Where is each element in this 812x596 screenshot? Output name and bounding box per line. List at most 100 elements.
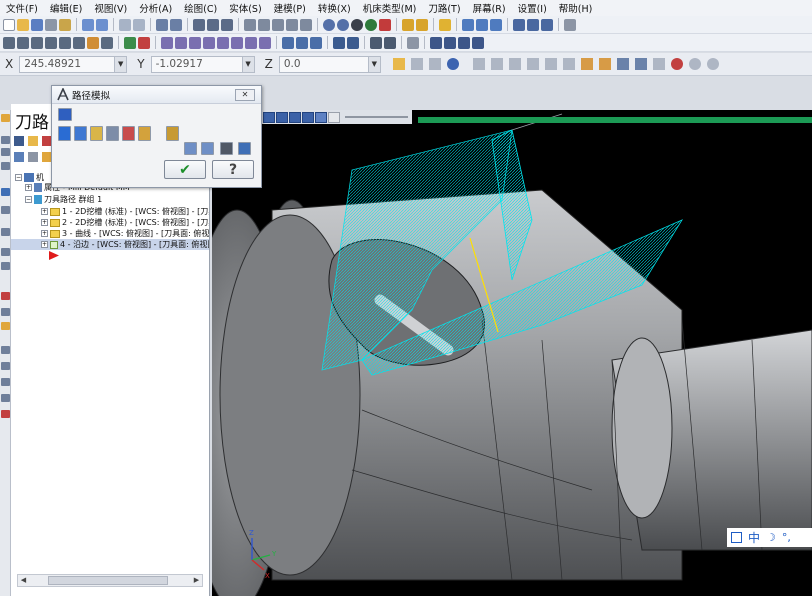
post-select-icon[interactable] [1,394,10,402]
verify-icon[interactable] [184,142,197,155]
cut-icon[interactable] [1,308,10,316]
z-coordinate-field[interactable]: 0.0 [278,55,369,73]
split-icon[interactable] [444,36,456,49]
save-icon[interactable] [31,18,43,31]
select-mask-icon[interactable] [508,58,521,70]
dialog-titlebar[interactable]: 路径模拟 ✕ [52,86,261,104]
tree-row-op-4[interactable]: + 4 - 沿边 - [WCS: 俯视图] - [刀具面: 俯视图 [11,239,209,250]
clipboard-icon[interactable] [59,18,71,31]
group-icon[interactable] [541,18,553,31]
backplot-icon[interactable] [1,362,10,370]
highlight-icon[interactable] [439,18,451,31]
filter-icon[interactable] [652,58,665,70]
menu-machine-type[interactable]: 机床类型(M) [363,1,417,15]
play-icon[interactable] [289,111,301,123]
select-icon[interactable] [472,58,485,70]
chevron-down-icon[interactable]: ▼ [242,55,255,73]
attribute-icon[interactable] [527,18,539,31]
body-select-icon[interactable] [616,58,629,70]
break-icon[interactable] [472,36,484,49]
regen-icon[interactable] [1,346,10,354]
menu-edit[interactable]: 编辑(E) [50,1,82,15]
level-icon[interactable] [513,18,525,31]
grid-icon[interactable] [564,18,576,31]
spline-icon[interactable] [73,36,85,49]
info-icon[interactable] [166,126,179,141]
depth-icon[interactable] [347,36,359,49]
level-manager-icon[interactable] [1,148,10,156]
color-icon[interactable] [122,126,135,141]
view-sheet-icon[interactable] [282,36,294,49]
simulate-icon[interactable] [1,378,10,386]
menu-model[interactable]: 建模(P) [274,1,306,15]
zoom-out-icon[interactable] [170,18,182,31]
tree-row-op-3[interactable]: + 3 - 曲线 - [WCS: 俯视图] - [刀具面: 俯视图 [11,228,209,239]
expand-icon[interactable] [58,108,72,121]
arc-icon[interactable] [59,36,71,49]
chain-icon[interactable] [333,36,345,49]
folder-icon[interactable] [1,322,10,330]
planes-icon[interactable] [1,206,10,214]
snapshot-icon[interactable] [1,188,10,196]
expand-icon[interactable]: + [41,219,48,226]
mirror-icon[interactable] [175,36,187,49]
stretch-icon[interactable] [259,36,271,49]
wcs-icon[interactable] [310,36,322,49]
menu-analyze[interactable]: 分析(A) [139,1,172,15]
edge-select-icon[interactable] [634,58,647,70]
screen-icon[interactable] [119,18,131,31]
ime-switch-icon[interactable] [731,532,742,543]
draw-icon[interactable] [416,18,428,31]
post-icon[interactable] [1,248,10,256]
expand-icon[interactable]: + [41,230,48,237]
regen-ops-icon[interactable] [28,136,38,146]
hide-icon[interactable] [379,18,391,31]
graphics-viewport[interactable]: Z Y X [212,110,812,596]
scroll-right-icon[interactable]: ▶ [191,575,202,586]
measure-icon[interactable] [476,18,488,31]
zoom-icon[interactable] [156,18,168,31]
shade-icon[interactable] [351,18,363,31]
menu-file[interactable]: 文件(F) [6,1,38,15]
camera-icon[interactable] [220,142,233,155]
lock-icon[interactable] [1,262,10,270]
undo-icon[interactable] [82,18,94,31]
dynamic-rotate-icon[interactable] [221,18,233,31]
scale-icon[interactable] [203,36,215,49]
menu-screen[interactable]: 屏幕(R) [473,1,506,15]
verify-select-icon[interactable] [562,58,575,70]
join-icon[interactable] [458,36,470,49]
y-coordinate-field[interactable]: -1.02917 [150,55,243,73]
circle-icon[interactable] [31,36,43,49]
expand-icon[interactable]: + [41,241,48,248]
chevron-down-icon[interactable]: ▼ [115,55,128,73]
pattern-icon[interactable] [407,36,419,49]
tool-display-icon[interactable] [74,126,87,141]
delete-op-icon[interactable] [1,292,10,300]
front-view-icon[interactable] [258,18,270,31]
help-icon[interactable] [446,58,459,70]
view-options-icon[interactable] [300,18,312,31]
step-icon[interactable] [138,126,151,141]
array-icon[interactable] [231,36,243,49]
new-icon[interactable] [3,18,15,31]
collapse-icon[interactable]: − [25,196,32,203]
move-icon[interactable] [245,36,257,49]
verify-icon[interactable] [1,228,10,236]
top-view-icon[interactable] [244,18,256,31]
rewind-icon[interactable] [263,111,275,123]
surface-icon[interactable] [101,36,113,49]
menu-create[interactable]: 绘图(C) [184,1,217,15]
checked-icon[interactable] [50,240,58,249]
snap-icon[interactable] [384,36,396,49]
help-button[interactable]: ? [212,160,254,179]
menu-help[interactable]: 帮助(H) [559,1,593,15]
tree-row-op-2[interactable]: + 2 - 2D挖槽 (标准) - [WCS: 俯视图] - [刀具 [11,217,209,228]
expand-tree-icon[interactable] [14,152,24,162]
collapse-icon[interactable]: − [15,174,22,181]
horizontal-scrollbar[interactable]: ◀ ▶ [17,574,203,587]
close-button[interactable]: ✕ [235,89,255,101]
shading-icon[interactable] [106,126,119,141]
line-icon[interactable] [17,36,29,49]
settings-icon[interactable] [706,58,719,70]
